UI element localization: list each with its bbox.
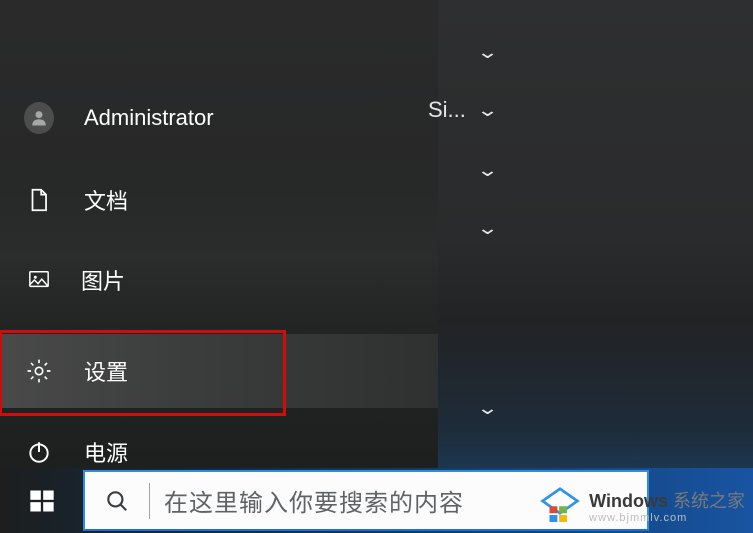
watermark-logo-icon [539,487,581,529]
start-menu-tiles-area: Si... ⌄ ⌄ ⌄ ⌄ ⌄ [438,0,753,468]
gear-icon [24,357,54,385]
search-icon [85,488,149,514]
documents-item[interactable]: 文档 [0,168,438,232]
start-menu-left-rail: Administrator 文档 图片 设置 [0,0,438,468]
spacer [0,0,438,86]
user-account-item[interactable]: Administrator [0,86,438,150]
desktop-region: Administrator 文档 图片 设置 [0,0,753,533]
spacer [0,232,438,248]
spacer [0,312,438,334]
windows-logo-icon [28,487,56,515]
chevron-down-icon[interactable]: ⌄ [476,218,499,239]
watermark-url: www.bjmmlv.com [589,513,745,524]
user-label: Administrator [84,105,214,131]
truncated-tile-label: Si... [428,97,466,123]
documents-label: 文档 [84,184,128,216]
chevron-down-icon[interactable]: ⌄ [476,42,499,63]
settings-label: 设置 [84,355,128,387]
search-separator [149,483,150,519]
document-icon [24,187,54,213]
watermark-title: Windows 系统之家 [589,492,745,511]
pictures-item[interactable]: 图片 [0,248,438,312]
power-label: 电源 [84,436,128,468]
settings-item[interactable]: 设置 [0,334,438,408]
power-icon [24,439,54,465]
chevron-down-icon[interactable]: ⌄ [476,160,499,181]
pictures-label: 图片 [81,264,125,296]
pictures-icon [24,269,54,291]
chevron-down-icon[interactable]: ⌄ [476,398,499,419]
watermark: Windows 系统之家 www.bjmmlv.com [539,487,745,529]
chevron-down-icon[interactable]: ⌄ [476,100,499,121]
user-avatar [24,102,54,134]
spacer [0,150,438,168]
start-button[interactable] [0,468,83,533]
